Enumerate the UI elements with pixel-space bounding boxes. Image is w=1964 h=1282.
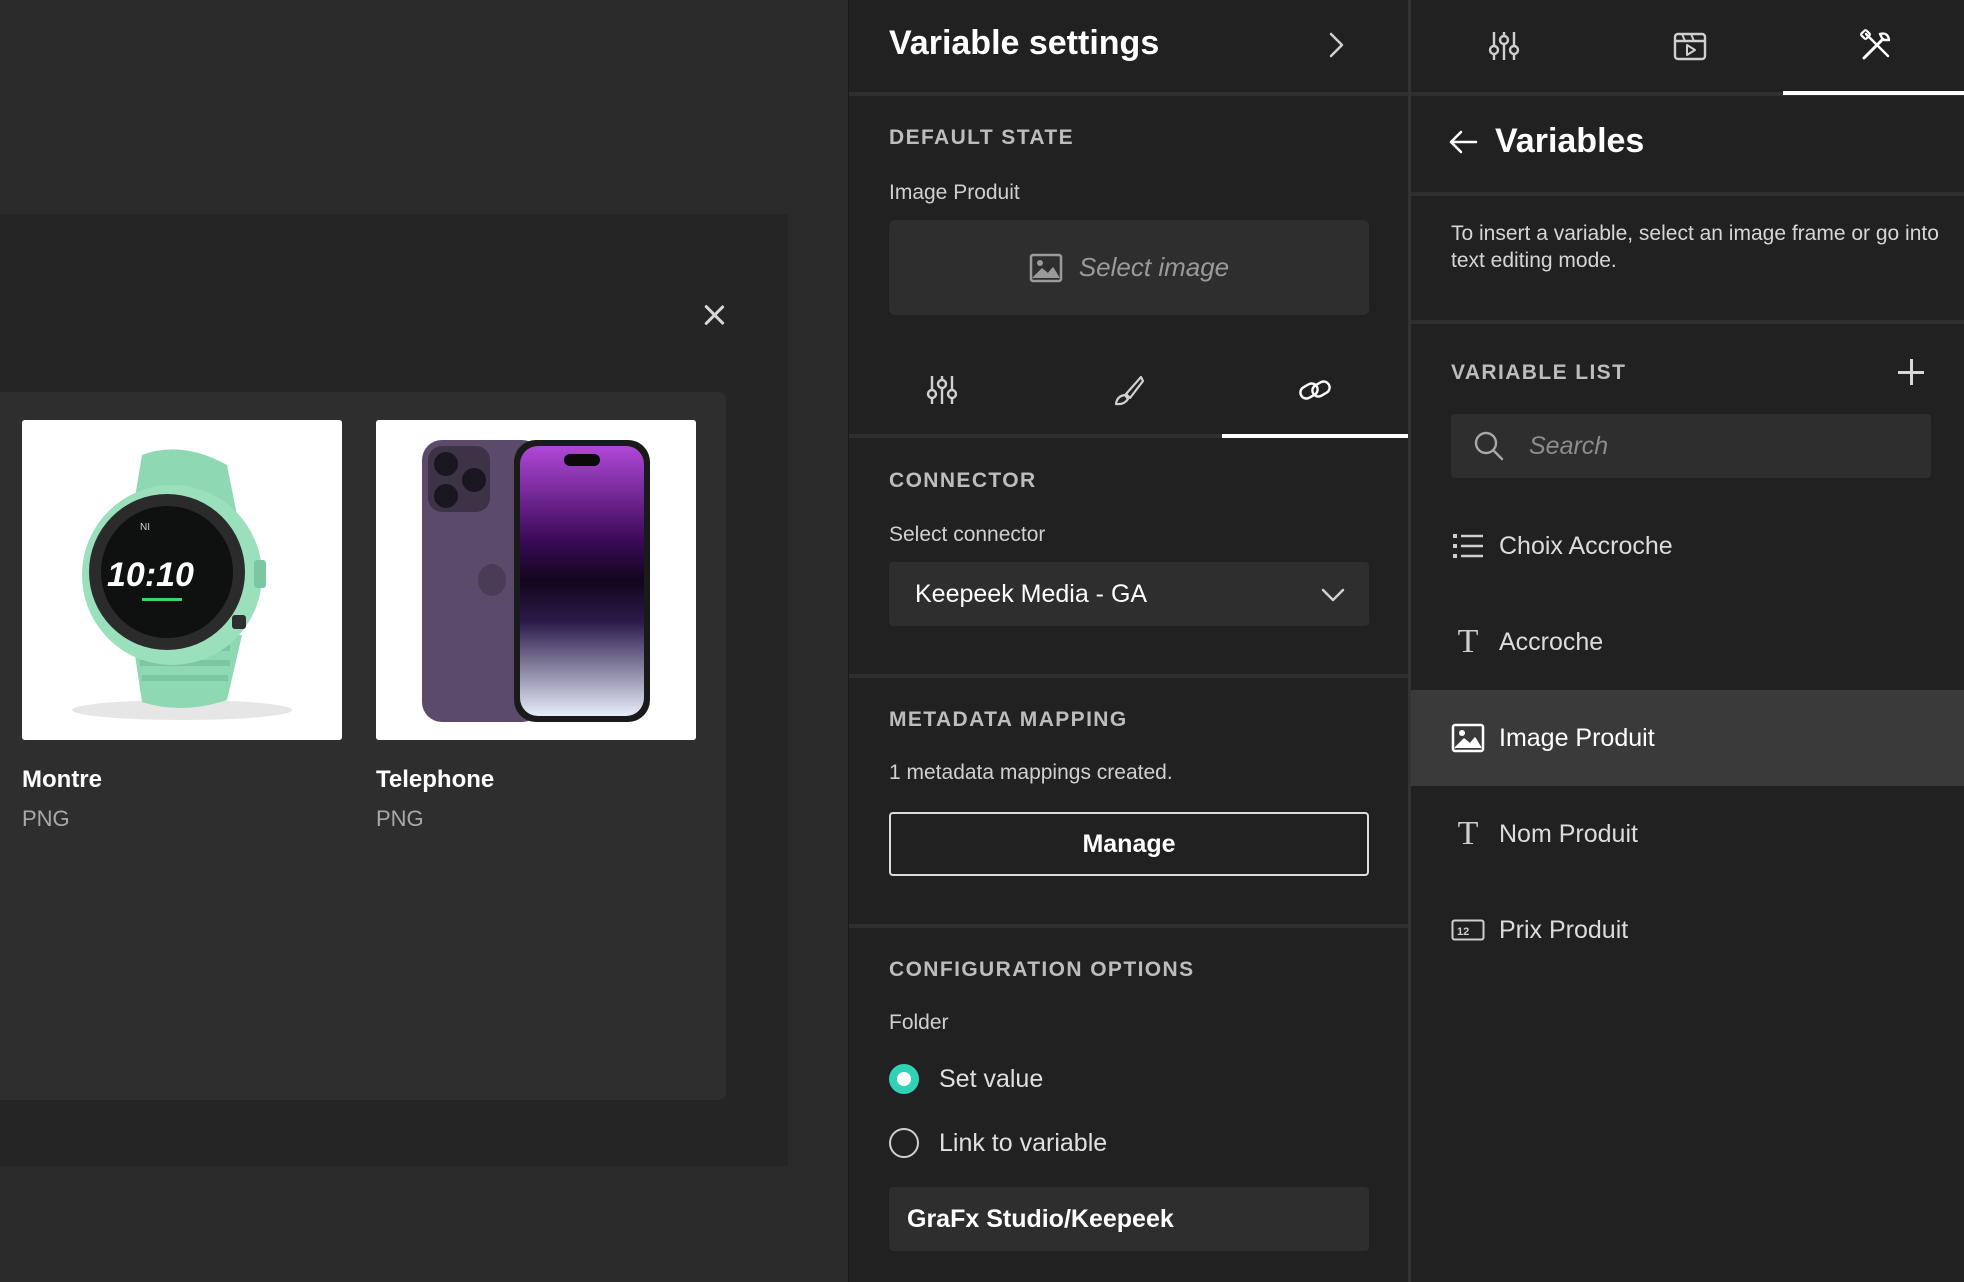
tools-icon [1859,29,1890,60]
asset-grid: NI 10:10 Montre PNG Telephone PNG [0,392,726,1100]
radio-button[interactable] [889,1128,919,1158]
asset-name: Montre [22,766,102,793]
image-icon [1451,721,1485,755]
search-box [1451,414,1931,478]
arrow-left-icon [1449,130,1478,153]
asset-type: PNG [22,806,70,831]
default-state-label: Image Produit [889,181,1020,204]
tab-connector[interactable] [1222,340,1408,440]
variable-label: Accroche [1499,627,1604,656]
radio-label: Set value [939,1064,1044,1093]
asset-thumbnail-watch: NI 10:10 [22,420,342,740]
image-icon [1029,253,1063,282]
chevron-down-icon [1321,588,1345,602]
add-variable-button[interactable] [1895,356,1927,388]
divider [1411,192,1964,196]
number-icon: 12 [1451,913,1485,947]
variable-item-prix-produit[interactable]: 12 Prix Produit [1411,882,1964,978]
radio-button-checked[interactable] [889,1064,919,1094]
divider [849,924,1408,928]
variables-hint: To insert a variable, select an image fr… [1451,222,1939,272]
folder-label: Folder [889,1011,949,1034]
variable-label: Prix Produit [1499,915,1629,944]
divider [849,92,1408,96]
metadata-heading: METADATA MAPPING [889,708,1128,731]
canvas-area: NI 10:10 Montre PNG Telephone PNG [0,0,848,1282]
link-icon [1299,380,1331,400]
variables-panel: Variables To insert a variable, select a… [1408,0,1964,1282]
variable-item-choix-accroche[interactable]: Choix Accroche [1411,498,1964,594]
tab-properties[interactable] [1411,0,1596,92]
variable-label: Nom Produit [1499,819,1638,848]
variable-label: Image Produit [1499,723,1655,752]
radio-label: Link to variable [939,1128,1108,1157]
connector-label: Select connector [889,523,1046,546]
connector-heading: CONNECTOR [889,469,1037,492]
tab-animation[interactable] [1597,0,1782,92]
text-icon: T [1457,815,1479,852]
search-icon [1474,431,1504,461]
tab-general[interactable] [849,340,1035,440]
active-tab-indicator [1783,91,1964,95]
panel-title: Variable settings [889,24,1160,62]
asset-card-montre[interactable]: NI 10:10 Montre PNG [22,420,342,832]
list-icon [1451,529,1485,563]
metadata-info: 1 metadata mappings created. [889,761,1173,784]
text-icon: T [1457,623,1479,660]
asset-card-telephone[interactable]: Telephone PNG [376,420,696,832]
variable-item-nom-produit[interactable]: T Nom Produit [1411,786,1964,882]
select-image-placeholder: Select image [1078,252,1230,282]
variable-settings-panel: Variable settings DEFAULT STATE Image Pr… [848,0,1409,1282]
watch-face-top: NI [140,522,150,533]
back-button[interactable]: Variables [1447,122,1644,161]
watch-face-time: 10:10 [107,556,194,594]
asset-name: Telephone [376,766,495,793]
asset-thumbnail-phone [376,420,696,740]
tab-style[interactable] [1036,340,1222,440]
variable-list-heading: VARIABLE LIST [1451,361,1627,384]
svg-text:12: 12 [1457,926,1469,938]
settings-tabs [849,340,1409,440]
select-image-button[interactable]: Select image [889,220,1369,315]
variable-item-image-produit[interactable]: Image Produit [1411,690,1964,786]
folder-field[interactable] [889,1187,1369,1251]
variable-item-accroche[interactable]: T Accroche [1411,594,1964,690]
brush-icon [1114,375,1145,406]
connector-value: Keepeek Media - GA [915,580,1148,608]
tab-tools[interactable] [1783,0,1964,92]
divider [1411,320,1964,324]
close-icon[interactable] [696,297,732,333]
asset-type: PNG [376,806,424,831]
chevron-right-icon[interactable] [1321,30,1351,60]
default-state-heading: DEFAULT STATE [889,126,1075,149]
top-tabs [1411,0,1964,92]
config-heading: CONFIGURATION OPTIONS [889,958,1195,981]
search-input[interactable] [1529,414,1919,478]
film-icon [1673,32,1706,61]
active-tab-indicator [1222,434,1409,438]
connector-select[interactable]: Keepeek Media - GA [889,562,1369,626]
variables-title: Variables [1495,122,1645,160]
radio-link-to-variable[interactable]: Link to variable [889,1128,1107,1158]
variable-label: Choix Accroche [1499,531,1673,560]
manage-button[interactable]: Manage [889,812,1369,876]
settings-sliders-icon [1488,32,1519,60]
divider [849,674,1408,678]
sliders-icon [926,376,958,404]
radio-set-value[interactable]: Set value [889,1064,1043,1094]
